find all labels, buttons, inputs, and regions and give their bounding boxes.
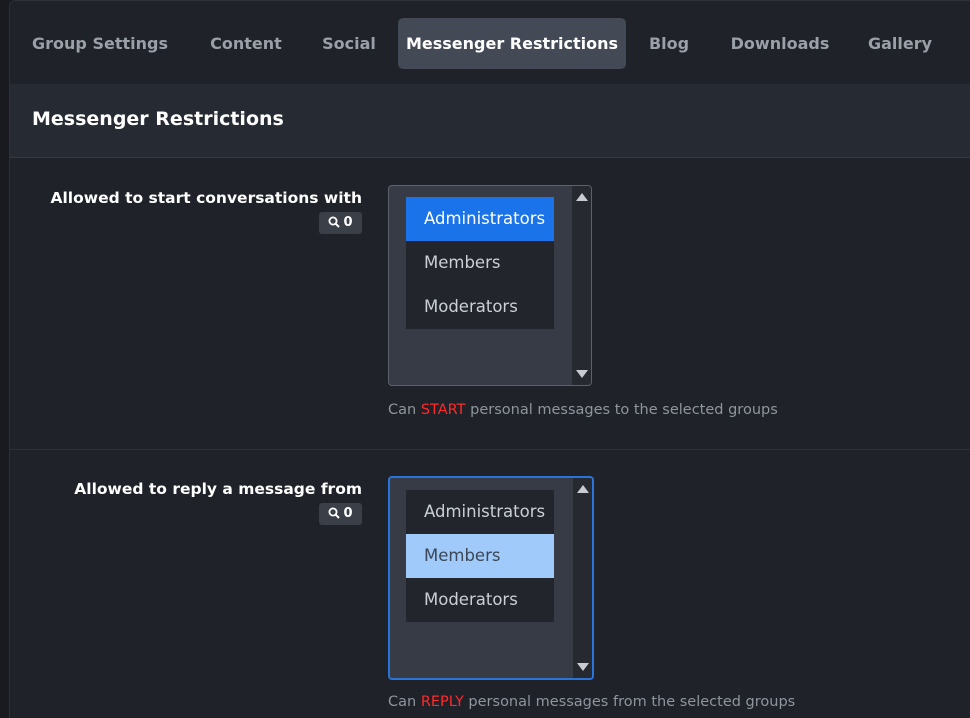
tab-group-settings[interactable]: Group Settings: [32, 18, 168, 69]
scroll-up-icon[interactable]: [577, 485, 589, 493]
tab-social[interactable]: Social: [310, 18, 388, 69]
start-conversations-help: Can START personal messages to the selec…: [388, 402, 778, 418]
reply-message-label: Allowed to reply a message from: [74, 480, 362, 498]
option-administrators[interactable]: Administrators: [406, 490, 554, 534]
search-icon: [328, 216, 341, 228]
tab-blog[interactable]: Blog: [640, 18, 698, 69]
start-conversations-select[interactable]: Administrators Members Moderators: [388, 185, 592, 386]
scroll-down-icon[interactable]: [577, 663, 589, 671]
reply-message-count: 0: [343, 506, 353, 521]
group-settings-panel: Group Settings Content Social Messenger …: [9, 0, 970, 718]
scrollbar[interactable]: [573, 478, 592, 678]
tab-content[interactable]: Content: [200, 18, 292, 69]
option-moderators[interactable]: Moderators: [406, 578, 554, 622]
start-conversations-count-badge[interactable]: 0: [319, 212, 362, 234]
search-icon: [328, 507, 341, 519]
option-administrators[interactable]: Administrators: [406, 197, 554, 241]
reply-message-count-badge[interactable]: 0: [319, 503, 362, 525]
option-members[interactable]: Members: [406, 241, 554, 285]
option-moderators[interactable]: Moderators: [406, 285, 554, 329]
option-members[interactable]: Members: [406, 534, 554, 578]
scroll-down-icon[interactable]: [576, 370, 588, 378]
scroll-up-icon[interactable]: [576, 193, 588, 201]
reply-message-help: Can REPLY personal messages from the sel…: [388, 694, 796, 710]
reply-message-select[interactable]: Administrators Members Moderators: [388, 476, 594, 680]
scrollbar[interactable]: [572, 186, 591, 385]
tab-messenger-restrictions[interactable]: Messenger Restrictions: [398, 18, 626, 69]
row-divider: [10, 449, 970, 450]
help-keyword-reply: REPLY: [420, 694, 464, 710]
section-header: Messenger Restrictions: [10, 84, 970, 158]
start-conversations-label: Allowed to start conversations with: [50, 189, 362, 207]
tab-bar: Group Settings Content Social Messenger …: [10, 1, 970, 84]
section-title: Messenger Restrictions: [32, 108, 284, 130]
start-conversations-count: 0: [343, 215, 353, 230]
help-keyword-start: START: [420, 402, 466, 418]
tab-downloads[interactable]: Downloads: [718, 18, 842, 69]
tab-gallery[interactable]: Gallery: [860, 18, 940, 69]
